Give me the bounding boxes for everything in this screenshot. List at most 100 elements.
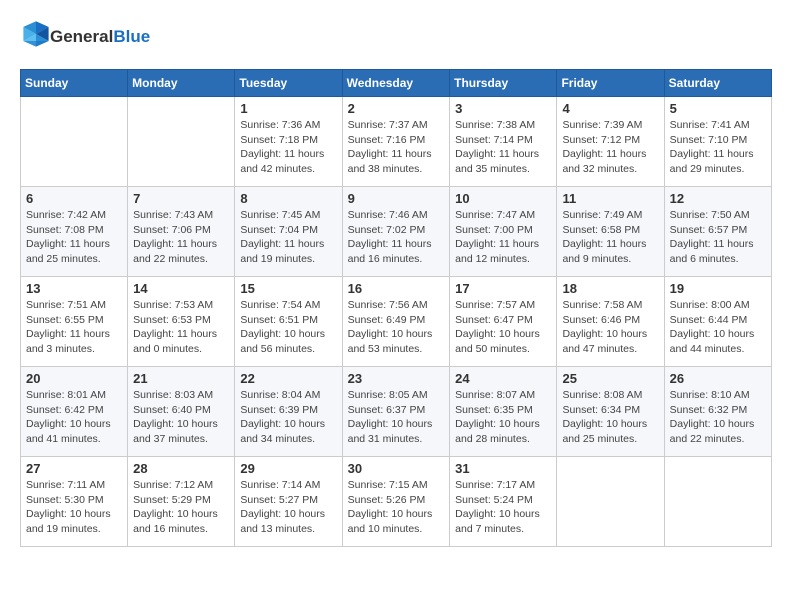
day-number: 17 <box>455 281 551 296</box>
calendar-cell: 11 Sunrise: 7:49 AMSunset: 6:58 PMDayligh… <box>557 187 664 277</box>
calendar-cell: 18 Sunrise: 7:58 AMSunset: 6:46 PMDayligh… <box>557 277 664 367</box>
day-number: 6 <box>26 191 122 206</box>
weekday-header-thursday: Thursday <box>450 70 557 97</box>
day-number: 7 <box>133 191 229 206</box>
day-info: Sunrise: 7:42 AMSunset: 7:08 PMDaylight:… <box>26 208 122 267</box>
calendar-cell: 30Sunrise: 7:15 AMSunset: 5:26 PMDayligh… <box>342 457 450 547</box>
day-info: Sunrise: 8:07 AMSunset: 6:35 PMDaylight:… <box>455 388 551 447</box>
calendar-cell: 21 Sunrise: 8:03 AMSunset: 6:40 PMDayligh… <box>128 367 235 457</box>
calendar-cell: 7 Sunrise: 7:43 AMSunset: 7:06 PMDaylight… <box>128 187 235 277</box>
day-info: Sunrise: 8:05 AMSunset: 6:37 PMDaylight:… <box>348 388 445 447</box>
calendar-cell: 20Sunrise: 8:01 AMSunset: 6:42 PMDayligh… <box>21 367 128 457</box>
calendar-cell: 28 Sunrise: 7:12 AMSunset: 5:29 PMDayligh… <box>128 457 235 547</box>
weekday-header-wednesday: Wednesday <box>342 70 450 97</box>
day-number: 10 <box>455 191 551 206</box>
calendar-cell: 9 Sunrise: 7:46 AMSunset: 7:02 PMDaylight… <box>342 187 450 277</box>
calendar-cell: 3 Sunrise: 7:38 AMSunset: 7:14 PMDaylight… <box>450 97 557 187</box>
day-info: Sunrise: 7:15 AMSunset: 5:26 PMDaylight:… <box>348 478 445 537</box>
calendar-cell: 2 Sunrise: 7:37 AMSunset: 7:16 PMDaylight… <box>342 97 450 187</box>
day-number: 27 <box>26 461 122 476</box>
weekday-header-friday: Friday <box>557 70 664 97</box>
day-number: 5 <box>670 101 766 116</box>
day-info: Sunrise: 8:00 AMSunset: 6:44 PMDaylight:… <box>670 298 766 357</box>
calendar-week-4: 20Sunrise: 8:01 AMSunset: 6:42 PMDayligh… <box>21 367 772 457</box>
day-number: 23 <box>348 371 445 386</box>
calendar-cell: 6 Sunrise: 7:42 AMSunset: 7:08 PMDaylight… <box>21 187 128 277</box>
day-number: 26 <box>670 371 766 386</box>
day-info: Sunrise: 7:36 AMSunset: 7:18 PMDaylight:… <box>240 118 336 177</box>
day-info: Sunrise: 8:08 AMSunset: 6:34 PMDaylight:… <box>562 388 658 447</box>
day-info: Sunrise: 7:37 AMSunset: 7:16 PMDaylight:… <box>348 118 445 177</box>
day-info: Sunrise: 7:56 AMSunset: 6:49 PMDaylight:… <box>348 298 445 357</box>
calendar-cell: 25 Sunrise: 8:08 AMSunset: 6:34 PMDayligh… <box>557 367 664 457</box>
day-number: 21 <box>133 371 229 386</box>
logo: GeneralBlue <box>20 20 150 53</box>
calendar-cell: 17Sunrise: 7:57 AMSunset: 6:47 PMDayligh… <box>450 277 557 367</box>
day-info: Sunrise: 7:54 AMSunset: 6:51 PMDaylight:… <box>240 298 336 357</box>
day-info: Sunrise: 7:58 AMSunset: 6:46 PMDaylight:… <box>562 298 658 357</box>
day-info: Sunrise: 7:46 AMSunset: 7:02 PMDaylight:… <box>348 208 445 267</box>
calendar-cell: 16 Sunrise: 7:56 AMSunset: 6:49 PMDayligh… <box>342 277 450 367</box>
weekday-header-tuesday: Tuesday <box>235 70 342 97</box>
day-number: 18 <box>562 281 658 296</box>
calendar-week-3: 13Sunrise: 7:51 AMSunset: 6:55 PMDayligh… <box>21 277 772 367</box>
day-info: Sunrise: 7:45 AMSunset: 7:04 PMDaylight:… <box>240 208 336 267</box>
day-number: 4 <box>562 101 658 116</box>
day-info: Sunrise: 7:43 AMSunset: 7:06 PMDaylight:… <box>133 208 229 267</box>
calendar-cell: 1 Sunrise: 7:36 AMSunset: 7:18 PMDaylight… <box>235 97 342 187</box>
calendar-cell <box>128 97 235 187</box>
calendar-cell: 31 Sunrise: 7:17 AMSunset: 5:24 PMDayligh… <box>450 457 557 547</box>
day-info: Sunrise: 7:49 AMSunset: 6:58 PMDaylight:… <box>562 208 658 267</box>
day-info: Sunrise: 7:14 AMSunset: 5:27 PMDaylight:… <box>240 478 336 537</box>
logo-text: General <box>50 27 113 46</box>
calendar-cell: 15Sunrise: 7:54 AMSunset: 6:51 PMDayligh… <box>235 277 342 367</box>
calendar-cell: 13Sunrise: 7:51 AMSunset: 6:55 PMDayligh… <box>21 277 128 367</box>
calendar-cell <box>664 457 771 547</box>
day-info: Sunrise: 8:10 AMSunset: 6:32 PMDaylight:… <box>670 388 766 447</box>
calendar-cell: 27 Sunrise: 7:11 AMSunset: 5:30 PMDayligh… <box>21 457 128 547</box>
weekday-header-sunday: Sunday <box>21 70 128 97</box>
day-number: 28 <box>133 461 229 476</box>
calendar-cell: 12Sunrise: 7:50 AMSunset: 6:57 PMDayligh… <box>664 187 771 277</box>
day-number: 29 <box>240 461 336 476</box>
day-number: 2 <box>348 101 445 116</box>
day-info: Sunrise: 7:51 AMSunset: 6:55 PMDaylight:… <box>26 298 122 357</box>
day-info: Sunrise: 7:41 AMSunset: 7:10 PMDaylight:… <box>670 118 766 177</box>
day-info: Sunrise: 7:39 AMSunset: 7:12 PMDaylight:… <box>562 118 658 177</box>
calendar-cell: 22Sunrise: 8:04 AMSunset: 6:39 PMDayligh… <box>235 367 342 457</box>
calendar-cell: 24 Sunrise: 8:07 AMSunset: 6:35 PMDayligh… <box>450 367 557 457</box>
day-info: Sunrise: 7:38 AMSunset: 7:14 PMDaylight:… <box>455 118 551 177</box>
day-info: Sunrise: 7:17 AMSunset: 5:24 PMDaylight:… <box>455 478 551 537</box>
calendar-table: SundayMondayTuesdayWednesdayThursdayFrid… <box>20 69 772 547</box>
logo-blue-text: Blue <box>113 27 150 46</box>
day-number: 14 <box>133 281 229 296</box>
day-info: Sunrise: 7:11 AMSunset: 5:30 PMDaylight:… <box>26 478 122 537</box>
calendar-header-row: SundayMondayTuesdayWednesdayThursdayFrid… <box>21 70 772 97</box>
calendar-cell: 4 Sunrise: 7:39 AMSunset: 7:12 PMDaylight… <box>557 97 664 187</box>
day-info: Sunrise: 7:47 AMSunset: 7:00 PMDaylight:… <box>455 208 551 267</box>
day-number: 31 <box>455 461 551 476</box>
calendar-cell: 5 Sunrise: 7:41 AMSunset: 7:10 PMDaylight… <box>664 97 771 187</box>
calendar-week-2: 6 Sunrise: 7:42 AMSunset: 7:08 PMDaylight… <box>21 187 772 277</box>
calendar-cell: 19 Sunrise: 8:00 AMSunset: 6:44 PMDayligh… <box>664 277 771 367</box>
day-number: 3 <box>455 101 551 116</box>
calendar-cell: 14 Sunrise: 7:53 AMSunset: 6:53 PMDayligh… <box>128 277 235 367</box>
day-number: 9 <box>348 191 445 206</box>
logo-icon <box>22 20 50 48</box>
day-number: 22 <box>240 371 336 386</box>
day-number: 16 <box>348 281 445 296</box>
day-number: 24 <box>455 371 551 386</box>
day-number: 11 <box>562 191 658 206</box>
calendar-cell: 26 Sunrise: 8:10 AMSunset: 6:32 PMDayligh… <box>664 367 771 457</box>
calendar-cell <box>557 457 664 547</box>
day-number: 1 <box>240 101 336 116</box>
day-number: 19 <box>670 281 766 296</box>
day-number: 25 <box>562 371 658 386</box>
day-info: Sunrise: 7:12 AMSunset: 5:29 PMDaylight:… <box>133 478 229 537</box>
day-info: Sunrise: 7:53 AMSunset: 6:53 PMDaylight:… <box>133 298 229 357</box>
day-info: Sunrise: 8:03 AMSunset: 6:40 PMDaylight:… <box>133 388 229 447</box>
calendar-cell: 10 Sunrise: 7:47 AMSunset: 7:00 PMDayligh… <box>450 187 557 277</box>
weekday-header-saturday: Saturday <box>664 70 771 97</box>
calendar-cell: 8Sunrise: 7:45 AMSunset: 7:04 PMDaylight… <box>235 187 342 277</box>
calendar-cell: 23 Sunrise: 8:05 AMSunset: 6:37 PMDayligh… <box>342 367 450 457</box>
